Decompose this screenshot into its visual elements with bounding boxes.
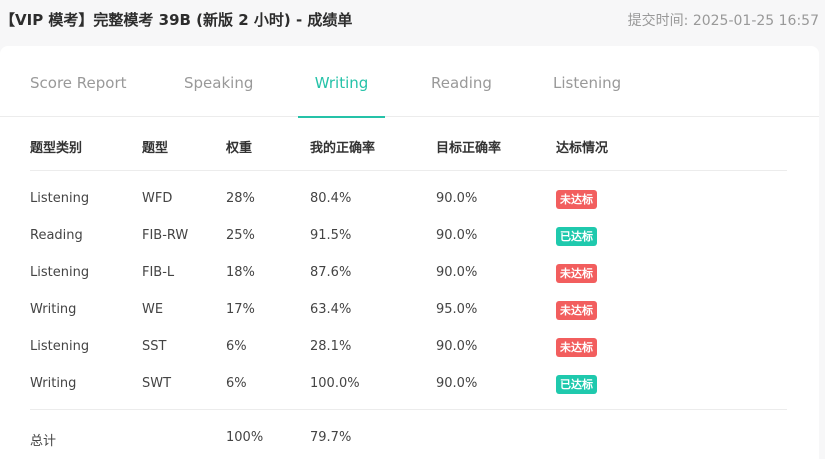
cell-weight: 17%: [226, 302, 255, 317]
cell-my-rate: 80.4%: [310, 191, 352, 206]
header-category: 题型类别: [30, 141, 83, 156]
status-badge: 已达标: [556, 375, 597, 394]
total-label: 总计: [30, 434, 57, 449]
cell-category: Writing: [30, 376, 77, 391]
header-status: 达标情况: [556, 141, 609, 156]
cell-weight: 28%: [226, 191, 255, 206]
page-title: 【VIP 模考】完整模考 39B (新版 2 小时) - 成绩单: [0, 11, 353, 29]
table-row: Writing SWT 6% 100.0% 90.0% 已达标: [30, 366, 787, 403]
cell-my-rate: 87.6%: [310, 265, 352, 280]
cell-target-rate: 90.0%: [436, 376, 478, 391]
header-target-rate: 目标正确率: [436, 141, 502, 156]
cell-type: SWT: [142, 376, 172, 391]
cell-category: Reading: [30, 228, 83, 243]
cell-type: FIB-L: [142, 265, 175, 280]
cell-weight: 18%: [226, 265, 255, 280]
total-row: 总计 100% 79.7%: [30, 417, 787, 454]
header-type: 题型: [142, 141, 169, 156]
cell-target-rate: 90.0%: [436, 191, 478, 206]
table-row: Listening FIB-L 18% 87.6% 90.0% 未达标: [30, 255, 787, 292]
cell-type: WE: [142, 302, 164, 317]
table-header-row: 题型类别 题型 权重 我的正确率 目标正确率 达标情况: [30, 117, 787, 171]
cell-type: SST: [142, 339, 167, 354]
table-row: Listening WFD 28% 80.4% 90.0% 未达标: [30, 181, 787, 218]
page-header: 【VIP 模考】完整模考 39B (新版 2 小时) - 成绩单 提交时间: 2…: [0, 0, 825, 40]
cell-type: FIB-RW: [142, 228, 189, 243]
table-row: Writing WE 17% 63.4% 95.0% 未达标: [30, 292, 787, 329]
cell-category: Listening: [30, 339, 90, 354]
tab-bar: Score Report Speaking Writing Reading Li…: [0, 46, 819, 118]
tab-reading[interactable]: Reading: [431, 46, 492, 117]
table-row: Listening SST 6% 28.1% 90.0% 未达标: [30, 329, 787, 366]
total-weight: 100%: [226, 430, 264, 445]
status-badge: 未达标: [556, 301, 597, 320]
cell-target-rate: 90.0%: [436, 339, 478, 354]
cell-target-rate: 90.0%: [436, 228, 478, 243]
status-badge: 未达标: [556, 264, 597, 283]
total-my-rate: 79.7%: [310, 430, 352, 445]
cell-my-rate: 63.4%: [310, 302, 352, 317]
score-card: Score Report Speaking Writing Reading Li…: [0, 46, 819, 459]
tab-score-report[interactable]: Score Report: [30, 46, 127, 117]
cell-my-rate: 91.5%: [310, 228, 352, 243]
tab-listening[interactable]: Listening: [553, 46, 621, 117]
table-row: Reading FIB-RW 25% 91.5% 90.0% 已达标: [30, 218, 787, 255]
table-divider: [30, 409, 787, 410]
cell-category: Listening: [30, 265, 90, 280]
header-my-rate: 我的正确率: [310, 141, 376, 156]
cell-weight: 6%: [226, 339, 247, 354]
status-badge: 未达标: [556, 338, 597, 357]
cell-weight: 25%: [226, 228, 255, 243]
tab-speaking[interactable]: Speaking: [184, 46, 253, 117]
status-badge: 未达标: [556, 190, 597, 209]
cell-target-rate: 95.0%: [436, 302, 478, 317]
submit-time: 提交时间: 2025-01-25 16:57: [627, 13, 819, 29]
cell-weight: 6%: [226, 376, 247, 391]
status-badge: 已达标: [556, 227, 597, 246]
tab-writing[interactable]: Writing: [298, 46, 385, 118]
header-weight: 权重: [226, 141, 253, 156]
cell-category: Writing: [30, 302, 77, 317]
cell-target-rate: 90.0%: [436, 265, 478, 280]
cell-my-rate: 28.1%: [310, 339, 352, 354]
cell-type: WFD: [142, 191, 173, 206]
cell-my-rate: 100.0%: [310, 376, 360, 391]
cell-category: Listening: [30, 191, 90, 206]
